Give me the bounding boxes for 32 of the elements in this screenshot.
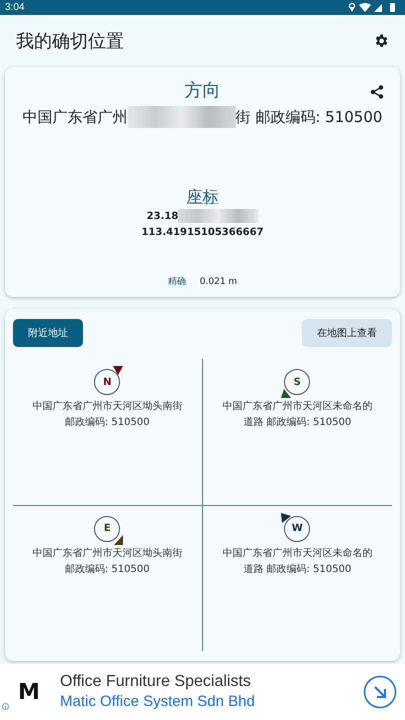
place-address: 中国广东省广州市天河区坳头南街 [32, 546, 182, 560]
direction-heading: 方向 [184, 79, 220, 103]
place-address: 道路 邮政编码: 510500 [243, 562, 352, 576]
accuracy-value: 0.021 m [200, 276, 238, 288]
address-end: 街 邮政编码: 510500 [236, 107, 382, 128]
coordinates-heading: 座标 [186, 186, 218, 206]
place-address: 中国广东省广州市天河区坳头南街 [32, 400, 182, 414]
ad-subtitle: Matic Office System Sdn Bhd [60, 692, 255, 712]
tab-button[interactable]: 附近地址 [13, 319, 83, 347]
ad-banner[interactable]: M Office Furniture Specialists Matic Office System Sdn Bhd [0, 664, 405, 720]
place-address: 邮政编码: 510500 [64, 416, 150, 430]
arrow-button-icon[interactable] [363, 675, 397, 709]
pointer-icon [113, 366, 124, 376]
pointer-icon [281, 388, 292, 398]
ad-title: Office Furniture Specialists [60, 672, 252, 692]
pointer-icon [113, 534, 124, 544]
settings-icon[interactable] [373, 33, 389, 49]
place-address: 邮政编码: 510500 [64, 562, 150, 576]
pointer-icon [281, 512, 292, 522]
tab-button[interactable]: 在地图上查看 [302, 319, 392, 347]
share-icon[interactable] [370, 85, 384, 99]
place-address: 中国广东省广州市天河区未命名的 [222, 546, 372, 560]
longitude: 113.41915105366667 [141, 226, 264, 240]
info-icon[interactable] [2, 703, 9, 710]
ad-logo: M [18, 678, 41, 706]
latitude: 23.18 [146, 210, 178, 224]
place-address: 中国广东省广州市天河区未命名的 [222, 400, 372, 414]
page-title: 我的确切位置 [16, 30, 124, 54]
address-start: 中国广东省广州 [22, 107, 128, 128]
place-address: 道路 邮政编码: 510500 [243, 416, 352, 430]
accuracy-label: 精确 [168, 276, 186, 288]
clock: 3:04 [5, 1, 24, 15]
